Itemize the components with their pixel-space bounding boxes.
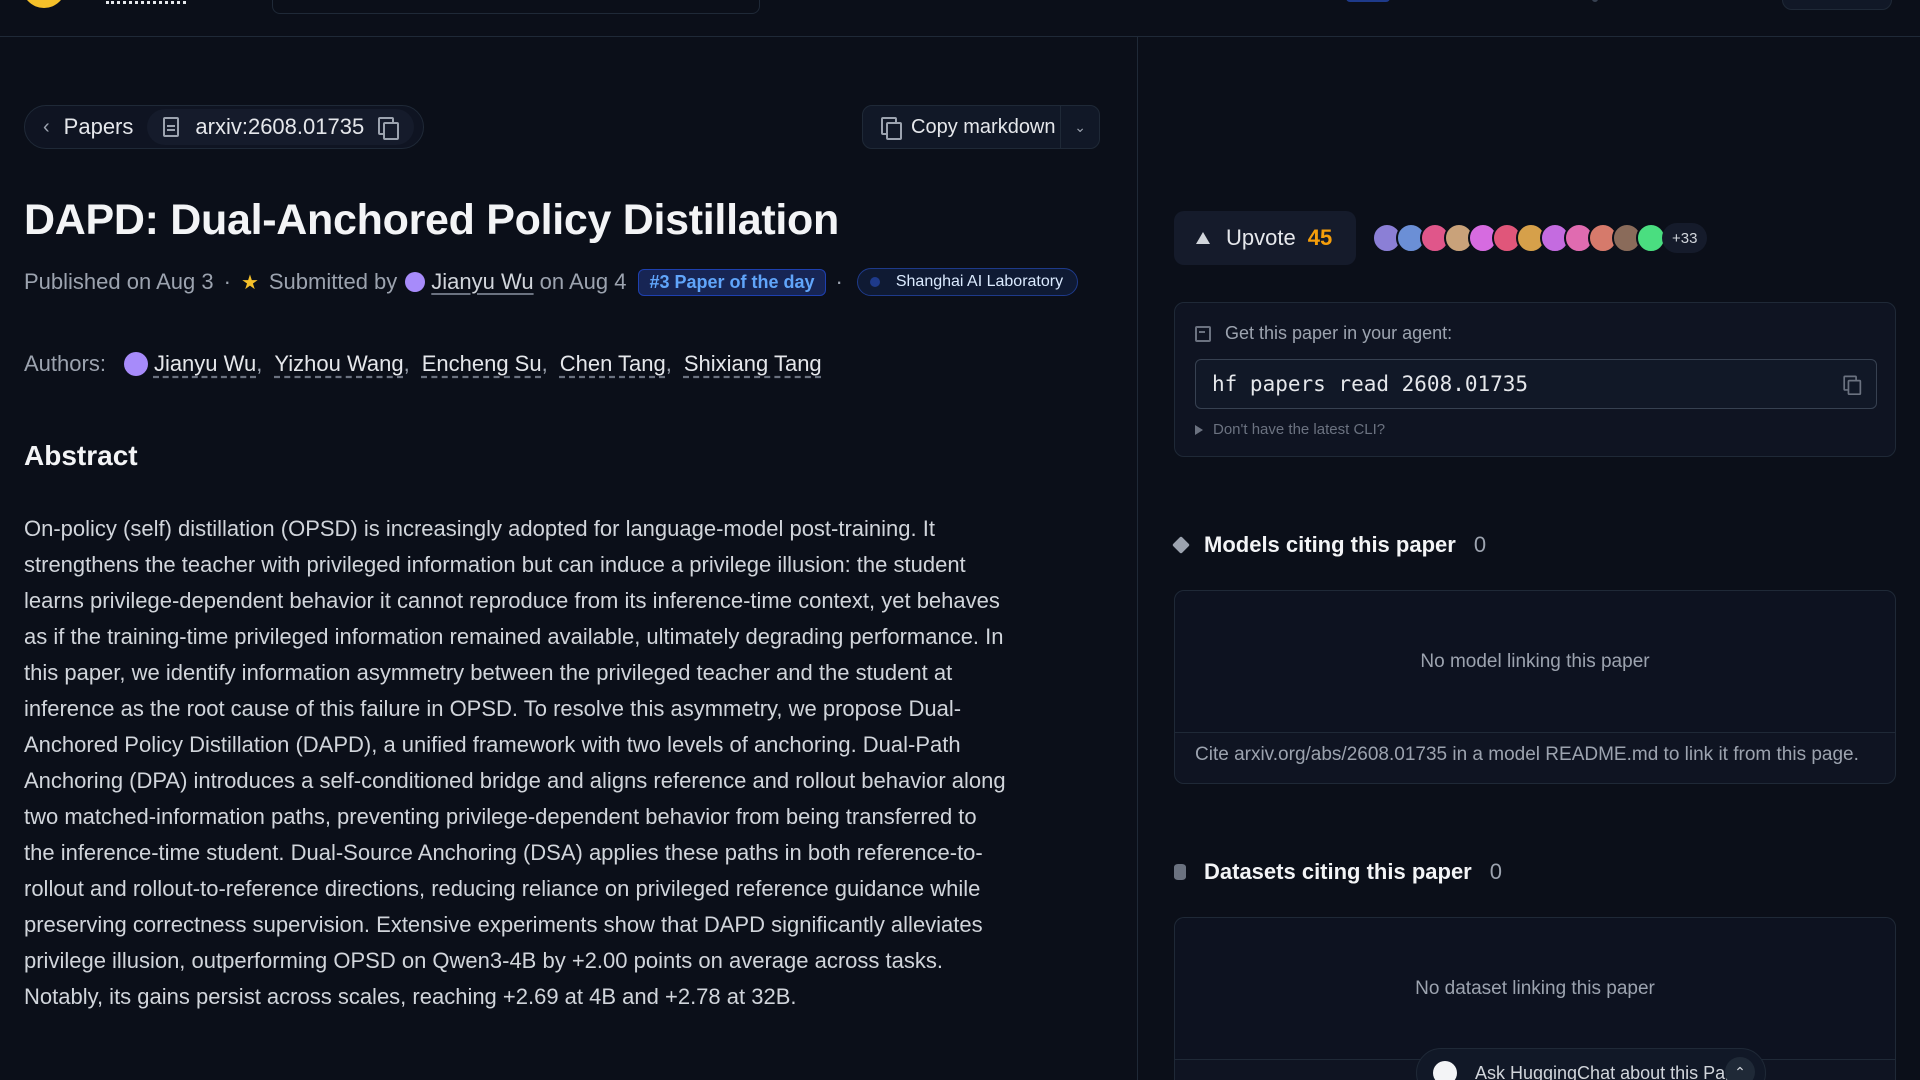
published-date: Published on Aug 3: [24, 269, 214, 294]
submitted-by-label: Submitted by: [268, 269, 398, 294]
author-link[interactable]: Chen Tang: [560, 351, 666, 377]
author-link[interactable]: Jianyu Wu: [154, 351, 256, 377]
paper-of-the-day-badge[interactable]: #3 Paper of the day: [638, 268, 826, 296]
back-to-papers-link[interactable]: ‹ Papers: [25, 106, 147, 148]
cli-hint-toggle[interactable]: Don't have the latest CLI?: [1195, 421, 1385, 438]
cli-command: hf papers read 2608.01735: [1212, 372, 1529, 396]
separator-dot: ·: [223, 269, 231, 294]
paper-meta: Published on Aug 3 · ★ Submitted by Jian…: [24, 264, 1079, 300]
star-icon: ★: [240, 271, 259, 294]
models-section-heading: Models citing this paper 0: [1172, 532, 1487, 558]
models-cite-hint: Cite arxiv.org/abs/2608.01735 in a model…: [1195, 744, 1859, 765]
abstract-heading: Abstract: [24, 440, 138, 471]
chevron-down-icon[interactable]: ⌄: [1061, 119, 1099, 136]
avatar: [405, 272, 426, 292]
chat-placeholder: Ask HuggingChat about this Paper: [1475, 1062, 1752, 1080]
copy-markdown-button-group: Copy markdown ⌄: [862, 105, 1100, 149]
nav-item[interactable]: [1592, 0, 1598, 2]
author-link[interactable]: Yizhou Wang: [274, 351, 403, 377]
paper-title: DAPD: Dual-Anchored Policy Distillation: [24, 196, 839, 244]
abstract-text: On-policy (self) distillation (OPSD) is …: [24, 516, 1006, 1009]
agent-card: Get this paper in your agent: hf papers …: [1174, 302, 1896, 457]
organization-badge[interactable]: Shanghai AI Laboratory: [856, 268, 1079, 296]
top-nav: [0, 0, 1920, 37]
cli-command-box[interactable]: hf papers read 2608.01735: [1195, 359, 1877, 409]
model-cube-icon: [1172, 536, 1190, 554]
brand-name[interactable]: [106, 0, 186, 4]
datasets-heading-label: Datasets citing this paper: [1204, 859, 1472, 884]
submitter-link[interactable]: Jianyu Wu: [431, 269, 533, 295]
caret-right-icon: [1195, 424, 1203, 435]
separator-dot: ·: [835, 269, 843, 294]
chevron-left-icon: ‹: [43, 115, 50, 138]
datasets-empty-state: No dataset linking this paper: [1175, 918, 1895, 1060]
avatar: [123, 352, 148, 376]
user-menu-button[interactable]: [1782, 0, 1892, 10]
copy-icon: [881, 117, 902, 140]
more-voters-badge[interactable]: +33: [1662, 223, 1708, 253]
voter-avatars[interactable]: +33: [1372, 221, 1708, 255]
copy-icon[interactable]: [378, 117, 400, 140]
separator-comma: ,: [665, 351, 672, 376]
models-card: No model linking this paper Cite arxiv.o…: [1174, 590, 1896, 784]
authors-label: Authors:: [24, 351, 106, 376]
datasets-count: 0: [1489, 859, 1502, 884]
document-icon: [163, 117, 180, 137]
search-input[interactable]: [272, 0, 760, 14]
terminal-icon: [1195, 325, 1211, 342]
submitted-date: on Aug 4: [539, 269, 627, 294]
separator-comma: ,: [541, 351, 548, 376]
huggingchat-input[interactable]: Ask HuggingChat about this Paper ⌃: [1416, 1048, 1766, 1080]
agent-heading: Get this paper in your agent:: [1195, 323, 1452, 344]
models-heading-label: Models citing this paper: [1204, 532, 1456, 557]
paper-id-chip[interactable]: arxiv:2608.01735: [147, 109, 415, 145]
author-link[interactable]: Encheng Su: [422, 351, 542, 377]
breadcrumb-papers-label: Papers: [63, 114, 134, 139]
copy-icon[interactable]: [1843, 375, 1862, 396]
huggingchat-icon: [1433, 1061, 1457, 1080]
chevron-up-icon[interactable]: ⌃: [1725, 1057, 1755, 1080]
upvote-label: Upvote: [1226, 225, 1296, 250]
models-count: 0: [1473, 532, 1487, 557]
upvote-button[interactable]: Upvote 45: [1174, 211, 1356, 265]
separator-comma: ,: [256, 351, 263, 376]
cli-hint-label: Don't have the latest CLI?: [1213, 421, 1386, 438]
separator-comma: ,: [403, 351, 410, 376]
organization-name: Shanghai AI Laboratory: [895, 273, 1064, 290]
breadcrumb: ‹ Papers arxiv:2608.01735: [24, 105, 424, 149]
agent-heading-label: Get this paper in your agent:: [1225, 323, 1453, 343]
column-divider: [1137, 37, 1138, 1080]
organization-logo-icon: [869, 277, 880, 287]
models-empty-state: No model linking this paper: [1175, 591, 1895, 733]
nav-active-indicator[interactable]: [1346, 0, 1390, 2]
upvote-arrow-icon: [1196, 232, 1210, 244]
author-link[interactable]: Shixiang Tang: [684, 351, 822, 377]
dataset-icon: [1174, 864, 1186, 880]
upvote-count: 45: [1307, 225, 1333, 250]
huggingface-logo-icon[interactable]: [22, 0, 66, 8]
copy-markdown-button[interactable]: Copy markdown: [863, 106, 1062, 148]
copy-markdown-label: Copy markdown: [911, 115, 1056, 138]
datasets-section-heading: Datasets citing this paper 0: [1174, 859, 1502, 885]
authors-list: Authors: Jianyu Wu, Yizhou Wang, Encheng…: [24, 347, 822, 381]
paper-id-label: arxiv:2608.01735: [195, 114, 365, 139]
